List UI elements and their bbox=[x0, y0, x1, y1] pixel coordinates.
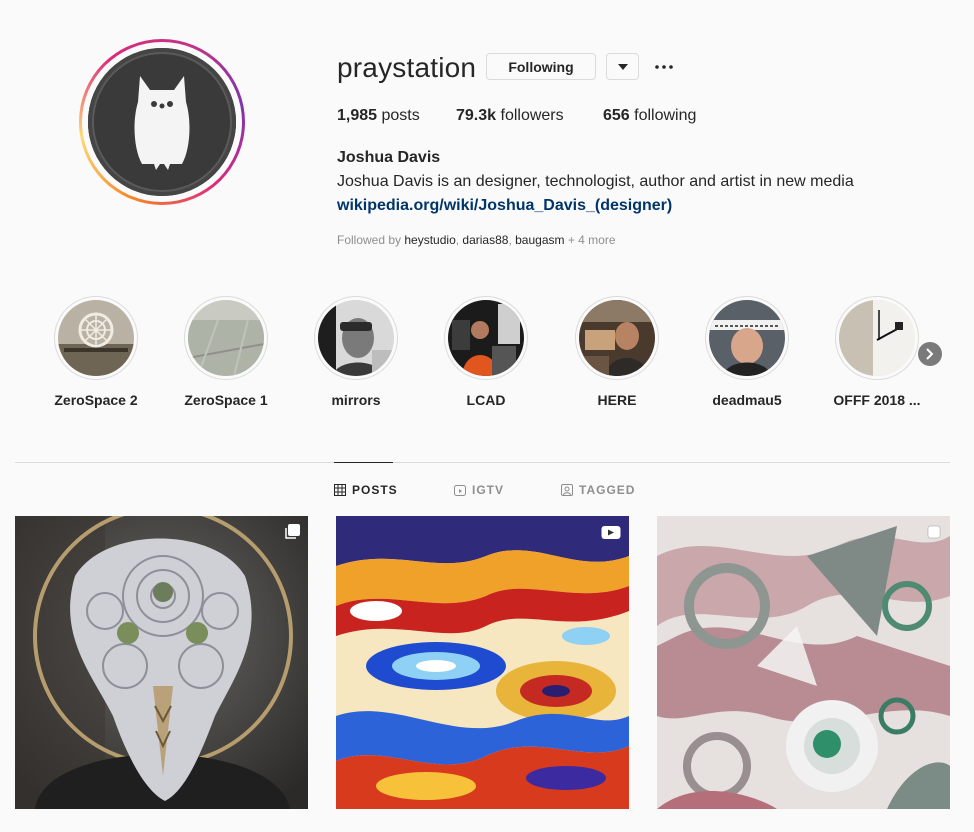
tab-tagged[interactable]: TAGGED bbox=[561, 483, 635, 497]
followed-by[interactable]: Followed by heystudio, darias88, baugasm… bbox=[337, 233, 616, 247]
suggested-dropdown-button[interactable] bbox=[606, 53, 639, 80]
following-stat[interactable]: 656 following bbox=[603, 107, 696, 125]
more-options-icon bbox=[655, 65, 673, 69]
tab-posts[interactable]: POSTS bbox=[334, 483, 398, 497]
followers-count: 79.3k bbox=[456, 107, 497, 124]
follower-name: baugasm bbox=[515, 233, 565, 247]
post-tile[interactable] bbox=[15, 516, 308, 809]
highlight-cover bbox=[579, 300, 655, 376]
carousel-icon bbox=[284, 524, 300, 545]
highlight-cover bbox=[839, 300, 915, 376]
highlight-cover bbox=[58, 300, 134, 376]
active-tab-indicator bbox=[334, 462, 393, 463]
highlight-zerospace-2[interactable]: ZeroSpace 2 bbox=[36, 296, 156, 408]
igtv-icon bbox=[454, 485, 466, 496]
highlight-lcad[interactable]: LCAD bbox=[426, 296, 546, 408]
following-label: following bbox=[629, 107, 697, 124]
tab-label: IGTV bbox=[472, 483, 505, 497]
highlights-next-button[interactable] bbox=[918, 342, 942, 366]
highlight-label: HERE bbox=[597, 392, 637, 408]
post-image bbox=[657, 516, 950, 809]
followed-by-more: + 4 more bbox=[564, 233, 616, 247]
following-count: 656 bbox=[603, 107, 630, 124]
posts-label: posts bbox=[377, 107, 420, 124]
highlight-deadmau5[interactable]: deadmau5 bbox=[687, 296, 807, 408]
highlight-label: LCAD bbox=[466, 392, 506, 408]
post-image bbox=[336, 516, 629, 809]
profile-full-name: Joshua Davis bbox=[337, 149, 441, 166]
options-button[interactable] bbox=[651, 54, 677, 80]
igtv-badge-icon bbox=[601, 524, 621, 545]
highlight-cover bbox=[709, 300, 785, 376]
followers-label: followers bbox=[496, 107, 564, 124]
highlight-cover bbox=[448, 300, 524, 376]
posts-count: 1,985 bbox=[337, 107, 378, 124]
profile-external-link[interactable]: wikipedia.org/wiki/Joshua_Davis_(designe… bbox=[337, 197, 672, 215]
highlight-zerospace-1[interactable]: ZeroSpace 1 bbox=[166, 296, 286, 408]
post-image bbox=[15, 516, 308, 809]
followers-stat[interactable]: 79.3k followers bbox=[456, 107, 564, 125]
highlight-mirrors[interactable]: mirrors bbox=[296, 296, 416, 408]
highlight-cover bbox=[188, 300, 264, 376]
profile-username: praystation bbox=[337, 52, 477, 83]
follower-name: darias88 bbox=[462, 233, 509, 247]
grid-icon bbox=[334, 484, 346, 496]
highlight-label: deadmau5 bbox=[712, 392, 782, 408]
following-button[interactable]: Following bbox=[486, 53, 596, 80]
owl-logo-icon bbox=[134, 76, 190, 170]
highlight-cover bbox=[318, 300, 394, 376]
post-tile[interactable] bbox=[336, 516, 629, 809]
highlight-label: ZeroSpace 2 bbox=[54, 392, 138, 408]
tagged-icon bbox=[561, 484, 573, 496]
follower-name: heystudio bbox=[404, 233, 456, 247]
post-tile[interactable] bbox=[657, 516, 950, 809]
profile-bio: Joshua Davis is an designer, technologis… bbox=[337, 173, 854, 190]
tabs-divider bbox=[15, 462, 950, 463]
story-ring[interactable] bbox=[79, 39, 245, 205]
avatar[interactable] bbox=[88, 48, 236, 196]
highlight-label: OFFF 2018 ... bbox=[833, 392, 921, 408]
posts-stat: 1,985 posts bbox=[337, 107, 420, 125]
chevron-right-icon bbox=[926, 348, 934, 360]
followed-by-prefix: Followed by bbox=[337, 233, 405, 247]
highlight-label: mirrors bbox=[331, 392, 381, 408]
tab-label: POSTS bbox=[352, 483, 398, 497]
highlight-label: ZeroSpace 1 bbox=[184, 392, 268, 408]
tab-igtv[interactable]: IGTV bbox=[454, 483, 504, 497]
highlight-here[interactable]: HERE bbox=[557, 296, 677, 408]
carousel-icon bbox=[926, 524, 942, 545]
caret-down-icon bbox=[617, 63, 628, 70]
tab-label: TAGGED bbox=[579, 483, 636, 497]
